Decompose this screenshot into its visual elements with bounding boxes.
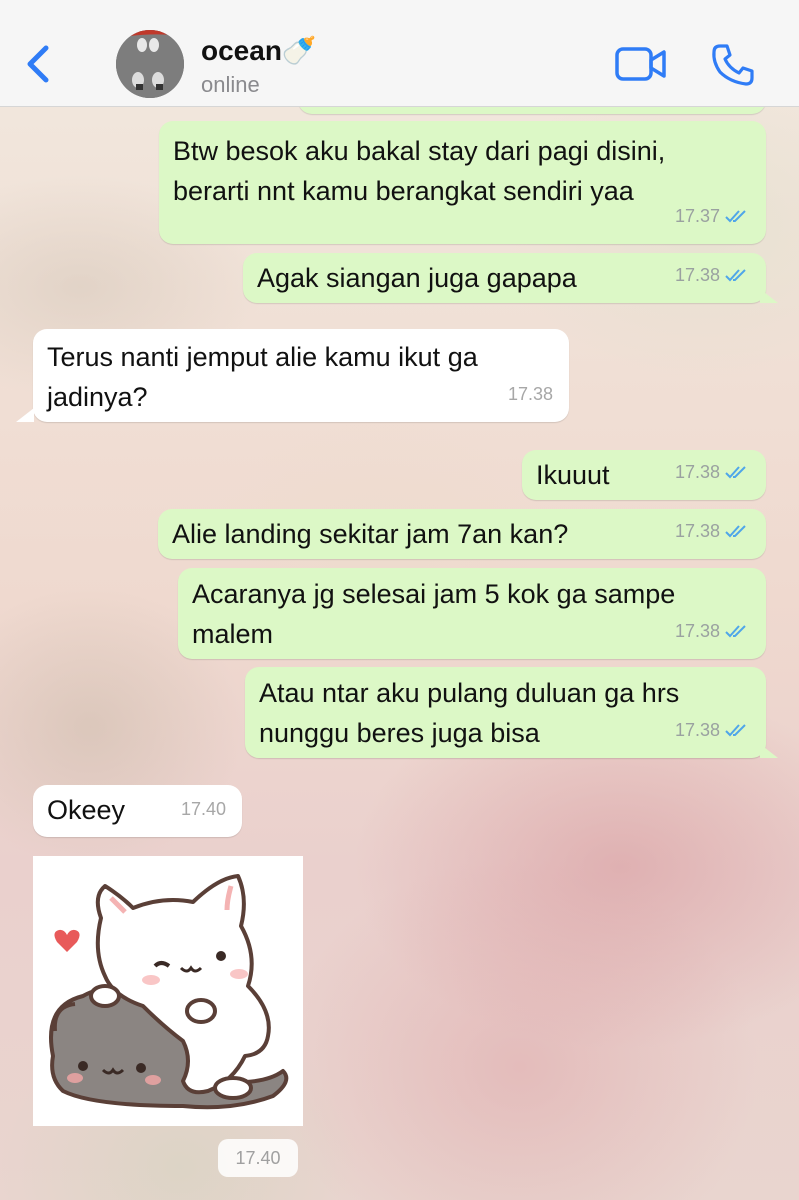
bubble-tail xyxy=(760,744,778,758)
phone-icon xyxy=(712,44,754,86)
message-text: Acaranya jg selesai jam 5 kok ga sampe m… xyxy=(192,579,676,649)
message-text: Btw besok aku bakal stay dari pagi disin… xyxy=(173,136,666,206)
message-time: 17.37 xyxy=(674,206,720,226)
chevron-left-icon xyxy=(27,45,49,83)
message-bubble[interactable]: Ikuuut 17.38 xyxy=(522,450,766,500)
cat-sticker-image xyxy=(49,874,289,1110)
double-check-icon xyxy=(725,210,746,223)
bubble-tail xyxy=(16,408,34,422)
message-text: Terus nanti jemput alie kamu ikut ga jad… xyxy=(47,342,478,412)
message-text: Alie landing sekitar jam 7an kan? xyxy=(172,519,569,549)
message-bubble[interactable]: Terus nanti jemput alie kamu ikut ga jad… xyxy=(33,329,569,422)
avatar[interactable] xyxy=(116,30,184,98)
message-bubble[interactable]: Atau ntar aku pulang duluan ga hrs nungg… xyxy=(245,667,766,758)
bubble-tail xyxy=(760,289,778,303)
video-call-button[interactable] xyxy=(614,46,668,82)
contact-name[interactable]: ocean🍼 xyxy=(201,34,317,67)
message-bubble[interactable]: Acaranya jg selesai jam 5 kok ga sampe m… xyxy=(178,568,766,659)
message-time: 17.38 xyxy=(674,621,720,641)
video-camera-icon xyxy=(615,47,666,81)
sticker-time: 17.40 xyxy=(218,1139,298,1177)
double-check-icon xyxy=(725,466,746,479)
contact-status: online xyxy=(201,72,260,97)
double-check-icon xyxy=(725,269,746,282)
back-button[interactable] xyxy=(20,40,56,88)
voice-call-button[interactable] xyxy=(710,42,756,88)
double-check-icon xyxy=(725,625,746,638)
message-bubble[interactable]: Btw besok aku bakal stay dari pagi disin… xyxy=(159,121,766,244)
message-time: 17.38 xyxy=(507,384,553,404)
message-time: 17.38 xyxy=(674,521,720,541)
double-check-icon xyxy=(725,724,746,737)
cat-sticker[interactable] xyxy=(33,856,303,1126)
message-time: 17.38 xyxy=(674,265,720,285)
chat-header: ocean🍼 online xyxy=(0,0,799,107)
message-time: 17.38 xyxy=(674,462,720,482)
message-time: 17.38 xyxy=(674,720,720,740)
double-check-icon xyxy=(725,525,746,538)
message-bubble[interactable]: Okeey 17.40 xyxy=(33,785,242,837)
message-bubble[interactable]: Alie landing sekitar jam 7an kan? 17.38 xyxy=(158,509,766,559)
message-bubble[interactable]: Agak siangan juga gapapa 17.38 xyxy=(243,253,766,303)
message-time: 17.40 xyxy=(180,799,226,819)
